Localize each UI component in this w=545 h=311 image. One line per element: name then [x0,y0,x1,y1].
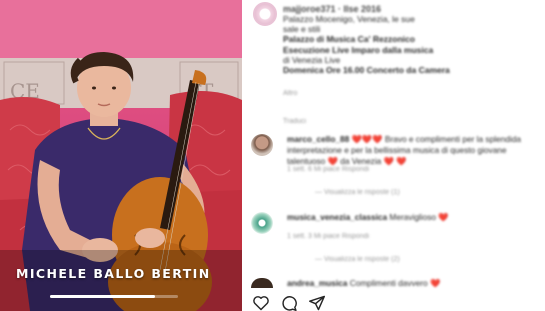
share-icon [308,295,325,311]
comment-meta[interactable]: 1 sett. 6 Mi piace Rispondi [287,166,369,173]
post-media[interactable]: CE T MICHELE BALLO BERTIN [0,0,242,311]
heart-emoji: ❤️❤️❤️ [351,134,383,144]
view-replies-link[interactable]: — Visualizza le risposte (2) [315,256,400,263]
commenter-username[interactable]: musica_venezia_classica [287,212,387,222]
video-progress-fill [50,295,155,298]
post-sidebar: majjoroe371 · Ilse 2016 Palazzo Mocenigo… [249,0,545,311]
post-description: Palazzo Mocenigo, Venezia, le sue sale e… [283,14,450,75]
like-button[interactable] [252,295,270,311]
comment-text: Complimenti davvero ❤️ [349,278,441,288]
video-caption: MICHELE BALLO BERTIN [16,266,211,281]
heart-icon [253,296,269,311]
description-line: Palazzo di Musica Ca' Rezzonico [283,34,415,45]
comment-meta[interactable]: 1 sett. 3 Mi piace Rispondi [287,233,369,240]
commenter-avatar[interactable] [251,278,273,288]
description-line: Domenica Ore 16.00 Concerto da Camera [283,65,450,76]
commenter-avatar[interactable] [251,212,273,234]
share-button[interactable] [308,295,326,311]
description-line: di Venezia Live [283,54,341,65]
commenter-username[interactable]: andrea_musica [287,278,347,288]
commenter-username[interactable]: marco_cello_88 [287,134,349,144]
translate-link[interactable]: Traduci [283,118,306,125]
author-username[interactable]: majjoroe371 · Ilse 2016 [283,4,381,14]
commenter-avatar[interactable] [251,134,273,156]
post-actions [252,295,326,311]
view-replies-link[interactable]: — Visualizza le risposte (1) [315,189,400,196]
comment-button[interactable] [280,295,298,311]
more-link[interactable]: Altro [283,90,297,97]
description-line: Esecuzione Live Imparo dalla musica [283,44,434,55]
performer-photo: CE T [0,0,242,311]
comment-text: Meraviglioso ❤️ [389,212,449,222]
comment-icon [282,296,297,311]
author-avatar[interactable] [253,2,277,26]
video-progress-bar[interactable] [50,295,178,298]
description-line: Palazzo Mocenigo, Venezia, le sue [283,14,415,24]
description-line: sale e stili [283,24,321,35]
